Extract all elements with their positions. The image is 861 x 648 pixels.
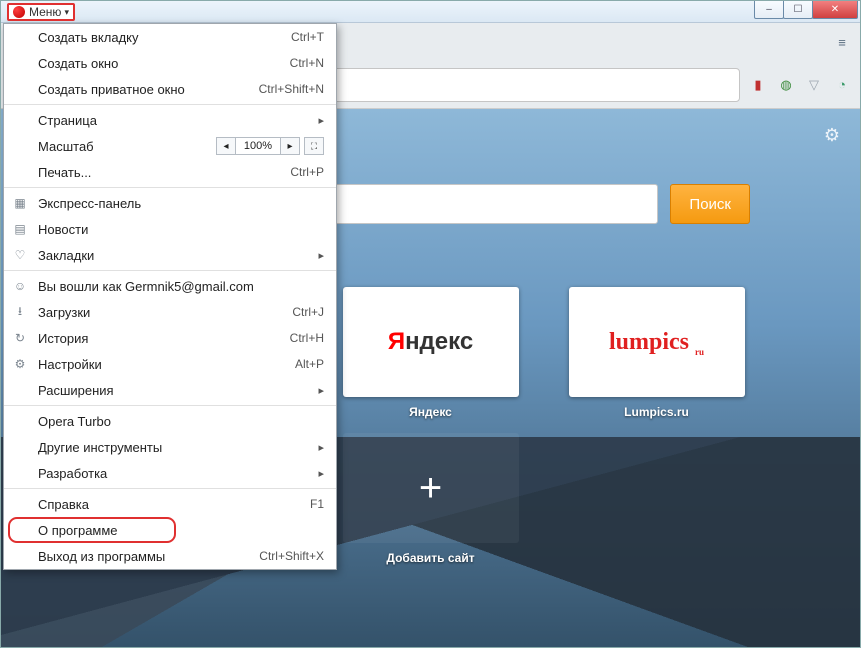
menu-downloads[interactable]: ⭳ Загрузки Ctrl+J <box>4 299 336 325</box>
opera-main-menu: Создать вкладку Ctrl+T Создать окно Ctrl… <box>3 23 337 570</box>
search-button-label: Поиск <box>689 196 731 213</box>
download-icon: ⭳ <box>12 304 28 320</box>
chevron-right-icon: ▸ <box>318 467 324 480</box>
tile-caption: Lumpics.ru <box>569 405 745 419</box>
menu-new-window[interactable]: Создать окно Ctrl+N <box>4 50 336 76</box>
speed-dial-settings-icon[interactable]: ⚙ <box>824 125 840 146</box>
bookmark-bar-icon[interactable]: ▮ <box>748 75 768 95</box>
opera-menu-button[interactable]: Меню ▾ <box>7 3 75 21</box>
menu-bookmarks[interactable]: ♡ Закладки ▸ <box>4 242 336 268</box>
browser-window: – ☐ ✕ Меню ▾ ≡ или веб-адрес ▮ ◍ ▽ ◔ ⚙ и… <box>0 0 861 648</box>
tab-menu-icon[interactable]: ≡ <box>832 32 852 52</box>
window-maximize-button[interactable]: ☐ <box>783 1 813 19</box>
gear-icon: ⚙ <box>12 356 28 372</box>
zoom-value: 100% <box>236 137 280 155</box>
menu-extensions[interactable]: Расширения ▸ <box>4 377 336 403</box>
adblock-shield-icon[interactable]: ▽ <box>804 75 824 95</box>
menu-print[interactable]: Печать... Ctrl+P <box>4 159 336 185</box>
chevron-right-icon: ▸ <box>318 114 324 127</box>
menu-button-label: Меню <box>29 5 61 19</box>
tile-caption: Добавить сайт <box>343 551 519 565</box>
window-close-button[interactable]: ✕ <box>812 1 858 19</box>
heart-icon: ♡ <box>12 247 28 263</box>
tile-add-site[interactable]: + Добавить сайт <box>343 433 519 543</box>
tile-lumpics[interactable]: lumpics ru Lumpics.ru <box>569 287 745 397</box>
menu-speed-dial[interactable]: ▦ Экспресс-панель <box>4 190 336 216</box>
yandex-logo: Яндекс <box>388 328 473 356</box>
os-titlebar: – ☐ ✕ <box>1 1 860 23</box>
menu-exit[interactable]: Выход из программы Ctrl+Shift+X <box>4 543 336 569</box>
zoom-in-button[interactable]: ▸ <box>280 137 300 155</box>
menu-opera-turbo[interactable]: Opera Turbo <box>4 408 336 434</box>
zoom-out-button[interactable]: ◂ <box>216 137 236 155</box>
menu-history[interactable]: ↻ История Ctrl+H <box>4 325 336 351</box>
menu-news[interactable]: ▤ Новости <box>4 216 336 242</box>
menu-new-private-window[interactable]: Создать приватное окно Ctrl+Shift+N <box>4 76 336 102</box>
menu-developer[interactable]: Разработка ▸ <box>4 460 336 486</box>
opera-logo-icon <box>13 6 25 18</box>
menu-signed-in[interactable]: ☺ Вы вошли как Germnik5@gmail.com <box>4 273 336 299</box>
menu-button-area: Меню ▾ <box>1 1 81 23</box>
menu-help[interactable]: Справка F1 <box>4 491 336 517</box>
battery-saver-icon[interactable]: ◔ <box>832 75 852 95</box>
history-icon: ↻ <box>12 330 28 346</box>
plus-icon: + <box>419 466 442 511</box>
lumpics-logo: lumpics ru <box>609 329 704 356</box>
menu-new-tab[interactable]: Создать вкладку Ctrl+T <box>4 24 336 50</box>
chevron-right-icon: ▸ <box>318 384 324 397</box>
menu-settings[interactable]: ⚙ Настройки Alt+P <box>4 351 336 377</box>
grid-icon: ▦ <box>12 195 28 211</box>
chevron-right-icon: ▸ <box>318 441 324 454</box>
menu-zoom: Масштаб ◂ 100% ▸ ⛶ <box>4 133 336 159</box>
tile-yandex[interactable]: Яндекс Яндекс <box>343 287 519 397</box>
user-icon: ☺ <box>12 278 28 294</box>
window-minimize-button[interactable]: – <box>754 1 784 19</box>
zoom-fullscreen-button[interactable]: ⛶ <box>304 137 324 155</box>
chevron-down-icon: ▾ <box>64 7 69 18</box>
chevron-right-icon: ▸ <box>318 249 324 262</box>
menu-other-tools[interactable]: Другие инструменты ▸ <box>4 434 336 460</box>
news-icon: ▤ <box>12 221 28 237</box>
menu-page[interactable]: Страница ▸ <box>4 107 336 133</box>
speed-dial-search-button[interactable]: Поиск <box>670 184 750 224</box>
menu-about[interactable]: О программе <box>4 517 336 543</box>
tile-caption: Яндекс <box>343 405 519 419</box>
vpn-globe-icon[interactable]: ◍ <box>776 75 796 95</box>
